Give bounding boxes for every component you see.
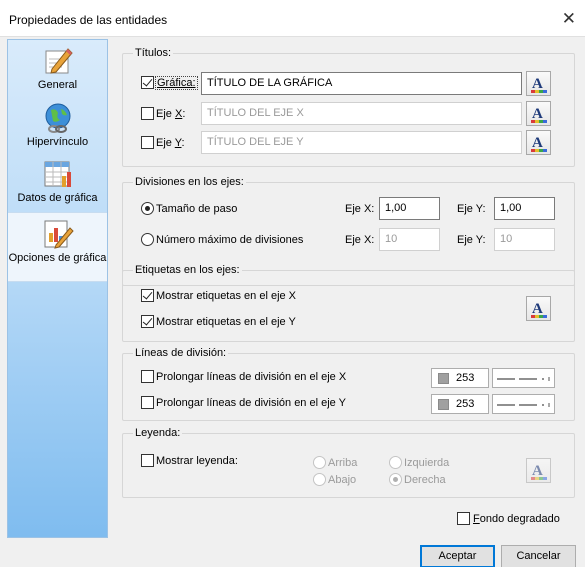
lineas-y-color-picker[interactable]: 253 — [431, 394, 489, 414]
etiquetas-y-checkbox[interactable] — [141, 315, 154, 328]
color-swatch — [438, 399, 449, 410]
group-title: Etiquetas en los ejes: — [133, 264, 242, 276]
sidebar: General Hipervínculo Datos de gráfica Op… — [7, 39, 108, 538]
close-icon[interactable]: ✕ — [562, 9, 576, 29]
font-icon: A — [531, 301, 547, 318]
group-title: Líneas de división: — [133, 347, 229, 359]
fondo-degradado-checkbox[interactable] — [457, 512, 470, 525]
lineas-x-checkbox[interactable] — [141, 370, 154, 383]
tamano-eje-y-label: Eje Y: — [457, 203, 486, 215]
sidebar-item-opciones-grafica[interactable]: Opciones de gráfica — [8, 212, 107, 282]
options-panel: Títulos: Gráfica: TÍTULO DE LA GRÁFICA A… — [118, 37, 578, 538]
sidebar-item-label: Datos de gráfica — [17, 192, 98, 204]
lineas-x-style-picker[interactable] — [492, 368, 555, 388]
leyenda-font-button[interactable]: A — [526, 458, 551, 483]
leyenda-group: Leyenda: Mostrar leyenda: Arriba Izquier… — [122, 427, 575, 498]
tamano-eje-x-input[interactable]: 1,00 — [379, 197, 440, 220]
font-icon: A — [531, 463, 547, 480]
mostrar-leyenda-label: Mostrar leyenda: — [156, 455, 238, 467]
tamano-eje-x-label: Eje X: — [345, 203, 375, 215]
pencil-paper-icon — [45, 48, 73, 74]
globe-link-icon — [45, 103, 70, 133]
mostrar-leyenda-checkbox[interactable] — [141, 454, 154, 467]
grafica-font-button[interactable]: A — [526, 71, 551, 96]
group-title: Títulos: — [133, 47, 174, 59]
lineas-x-label: Prolongar líneas de división en el eje X — [156, 371, 347, 383]
etiquetas-x-label: Mostrar etiquetas en el eje X — [156, 290, 297, 302]
max-eje-y-input[interactable]: 10 — [494, 228, 555, 251]
leyenda-arriba-label: Arriba — [328, 457, 358, 469]
eje-x-font-button[interactable]: A — [526, 101, 551, 126]
dash-line-icon — [497, 403, 550, 407]
lineas-x-color-picker[interactable]: 253 — [431, 368, 489, 388]
group-title: Leyenda: — [133, 427, 183, 439]
color-swatch — [438, 373, 449, 384]
svg-text:A: A — [532, 463, 543, 479]
chart-options-icon — [44, 220, 74, 249]
sidebar-item-label: General — [37, 79, 78, 91]
eje-y-title-input[interactable]: TÍTULO DEL EJE Y — [201, 131, 522, 154]
svg-text:A: A — [532, 76, 543, 92]
leyenda-abajo-radio[interactable] — [313, 473, 326, 486]
titulos-group: Títulos: Gráfica: TÍTULO DE LA GRÁFICA A… — [122, 47, 575, 167]
sidebar-item-label: Opciones de gráfica — [8, 252, 107, 264]
svg-text:A: A — [532, 135, 543, 151]
leyenda-abajo-label: Abajo — [328, 474, 357, 486]
sidebar-item-label: Hipervínculo — [26, 136, 89, 148]
etiquetas-y-label: Mostrar etiquetas en el eje Y — [156, 316, 296, 328]
max-divisiones-label: Número máximo de divisiones — [156, 234, 304, 246]
window-title: Propiedades de las entidades — [9, 13, 168, 27]
grafica-title-checkbox[interactable] — [141, 76, 154, 89]
font-icon: A — [531, 135, 547, 152]
max-eje-x-label: Eje X: — [345, 234, 375, 246]
dialog-client: General Hipervínculo Datos de gráfica Op… — [0, 36, 585, 567]
grafica-title-label: Gráfica: — [155, 76, 198, 90]
color-value: 253 — [456, 372, 475, 384]
chart-data-icon — [44, 161, 71, 187]
etiquetas-group: Etiquetas en los ejes: Mostrar etiquetas… — [122, 264, 575, 342]
etiquetas-font-button[interactable]: A — [526, 296, 551, 321]
font-icon: A — [531, 76, 547, 93]
eje-x-title-input[interactable]: TÍTULO DEL EJE X — [201, 102, 522, 125]
sidebar-item-hipervinculo[interactable]: Hipervínculo — [8, 102, 107, 154]
cancelar-button[interactable]: Cancelar — [501, 545, 576, 567]
leyenda-arriba-radio[interactable] — [313, 456, 326, 469]
tamano-paso-radio[interactable] — [141, 202, 154, 215]
eje-x-title-checkbox[interactable] — [141, 107, 154, 120]
lineas-group: Líneas de división: Prolongar líneas de … — [122, 347, 575, 421]
lineas-y-label: Prolongar líneas de división en el eje Y — [156, 397, 346, 409]
etiquetas-x-checkbox[interactable] — [141, 289, 154, 302]
eje-y-font-button[interactable]: A — [526, 130, 551, 155]
group-title: Divisiones en los ejes: — [133, 176, 246, 188]
tamano-paso-label: Tamaño de paso — [156, 203, 238, 215]
max-eje-y-label: Eje Y: — [457, 234, 486, 246]
svg-text:A: A — [532, 301, 543, 317]
grafica-title-input[interactable]: TÍTULO DE LA GRÁFICA — [201, 72, 522, 95]
tamano-eje-y-input[interactable]: 1,00 — [494, 197, 555, 220]
lineas-y-checkbox[interactable] — [141, 396, 154, 409]
max-divisiones-radio[interactable] — [141, 233, 154, 246]
sidebar-item-general[interactable]: General — [8, 45, 107, 99]
aceptar-button[interactable]: Aceptar — [420, 545, 495, 567]
lineas-y-style-picker[interactable] — [492, 394, 555, 414]
svg-text:A: A — [532, 106, 543, 122]
eje-x-title-label: Eje X: — [156, 108, 186, 120]
eje-y-title-label: Eje Y: — [156, 137, 185, 149]
title-bar: Propiedades de las entidades ✕ — [0, 0, 585, 36]
font-icon: A — [531, 106, 547, 123]
fondo-degradado-label: Fondo degradado — [473, 513, 560, 525]
leyenda-izquierda-radio[interactable] — [389, 456, 402, 469]
leyenda-derecha-label: Derecha — [404, 474, 446, 486]
dash-line-icon — [497, 377, 550, 381]
color-value: 253 — [456, 398, 475, 410]
leyenda-derecha-radio[interactable] — [389, 473, 402, 486]
sidebar-item-datos-grafica[interactable]: Datos de gráfica — [8, 158, 107, 210]
leyenda-izquierda-label: Izquierda — [404, 457, 450, 469]
max-eje-x-input[interactable]: 10 — [379, 228, 440, 251]
eje-y-title-checkbox[interactable] — [141, 136, 154, 149]
